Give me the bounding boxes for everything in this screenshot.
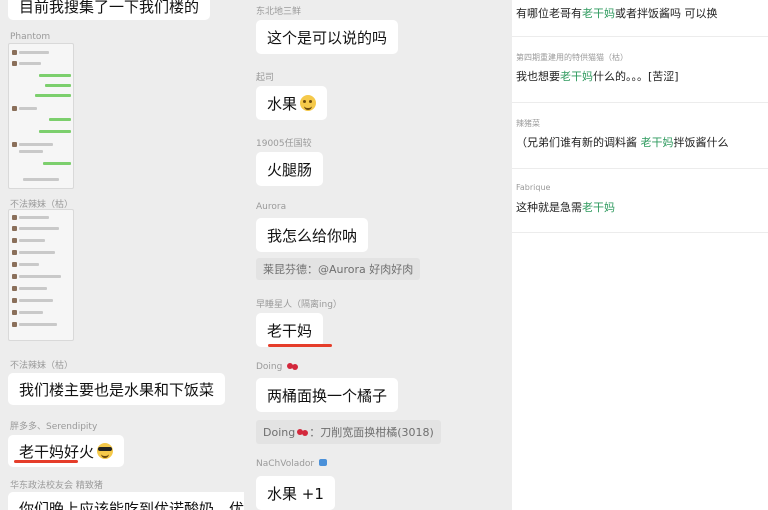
sender-name: 19005任国较	[256, 139, 312, 149]
comment-text-part: 有哪位老哥有	[516, 7, 582, 20]
comment-text-part: 拌饭酱什么	[673, 136, 729, 149]
message-bubble: 水果 +1	[256, 476, 335, 510]
sender-name: 华东政法校友会 精致猪	[10, 481, 103, 491]
message-bubble: 老干妈	[256, 313, 324, 347]
sender-name: NaChVolador	[256, 459, 328, 469]
highlighted-keyword[interactable]: 老干妈	[560, 70, 593, 83]
quoted-reply[interactable]: 莱昆芬德：@Aurora 好肉好肉	[256, 258, 421, 280]
chat-panel-middle: 东北地三鲜 这个是可以说的吗 起司 水果 19005任国较 火腿肠 Aurora…	[244, 0, 512, 510]
message-bubble: 火腿肠	[256, 152, 324, 186]
comment-text-part: 什么的。。。[苦涩]	[593, 70, 679, 83]
message-bubble: 目前我搜集了一下我们楼的	[8, 0, 211, 20]
message-bubble: 水果	[256, 86, 328, 120]
comment-text-part: 我也想要	[516, 70, 560, 83]
message-bubble: 两桶面换一个橘子	[256, 378, 399, 412]
screenshot-image[interactable]	[8, 43, 74, 189]
message-bubble: 我怎么给你呐	[256, 218, 369, 252]
screenshot-image[interactable]	[8, 209, 74, 341]
sender-name: 不法辣妹（枯）	[10, 361, 74, 371]
divider	[512, 232, 768, 233]
quote-text: ：刀削宽面换柑橘(3018)	[309, 426, 434, 439]
water-icon	[319, 459, 328, 466]
chat-panel-left: 目前我搜集了一下我们楼的 Phantom 不法辣妹（枯） 不法辣妹（枯） 我们楼…	[0, 0, 244, 510]
cherry-icon	[287, 363, 294, 369]
sender-name-text: NaChVolador	[256, 459, 315, 469]
comment-text-part: 或者拌饭酱吗 可以换	[615, 7, 718, 20]
divider	[512, 102, 768, 103]
comment-username[interactable]: 第四期重建用的特供猫猫（枯）	[516, 52, 628, 63]
divider	[512, 36, 768, 37]
sender-name: Phantom	[10, 32, 51, 42]
quoted-reply[interactable]: Doing ：刀削宽面换柑橘(3018)	[256, 420, 441, 444]
sender-name: 早睡星人（隔离ing）	[256, 300, 342, 310]
sender-name: Aurora	[256, 202, 287, 212]
message-text: 水果	[267, 94, 298, 113]
sender-name: 起司	[256, 73, 275, 83]
comments-panel: 有哪位老哥有老干妈或者拌饭酱吗 可以换 第四期重建用的特供猫猫（枯） 我也想要老…	[512, 0, 768, 510]
comment-text: 有哪位老哥有老干妈或者拌饭酱吗 可以换	[516, 5, 718, 21]
comment-username[interactable]: 辣猪菜	[516, 118, 540, 129]
comment-text: 我也想要老干妈什么的。。。[苦涩]	[516, 68, 679, 84]
message-bubble: 你们晚上应该能吃到优诺酸奶，优	[8, 492, 244, 510]
quote-user: Doing	[263, 425, 296, 439]
sender-name-text: Doing	[256, 362, 283, 372]
comment-text: （兄弟们谁有新的调料酱 老干妈拌饭酱什么	[516, 134, 729, 150]
highlighted-keyword[interactable]: 老干妈	[641, 136, 674, 149]
cherry-icon	[297, 429, 304, 435]
sender-name: 胖多多、Serendipity	[10, 422, 98, 432]
highlighted-keyword[interactable]: 老干妈	[582, 201, 615, 214]
red-annotation-underline	[14, 460, 78, 463]
sunglasses-emoji-icon	[97, 443, 114, 459]
sender-name: Doing	[256, 362, 294, 372]
message-bubble: 我们楼主要也是水果和下饭菜	[8, 373, 226, 405]
sender-name: 东北地三鲜	[256, 7, 302, 17]
highlighted-keyword[interactable]: 老干妈	[582, 7, 615, 20]
divider	[512, 168, 768, 169]
comment-text: 这种就是急需老干妈	[516, 199, 615, 215]
comment-username[interactable]: Fabrique	[516, 183, 550, 192]
message-text: 老干妈好火	[19, 442, 95, 461]
grinning-face-emoji-icon	[300, 95, 317, 111]
comment-text-part: 这种就是急需	[516, 201, 582, 214]
comment-text-part: （兄弟们谁有新的调料酱	[516, 136, 641, 149]
red-annotation-underline	[268, 344, 332, 347]
message-bubble: 这个是可以说的吗	[256, 20, 399, 54]
